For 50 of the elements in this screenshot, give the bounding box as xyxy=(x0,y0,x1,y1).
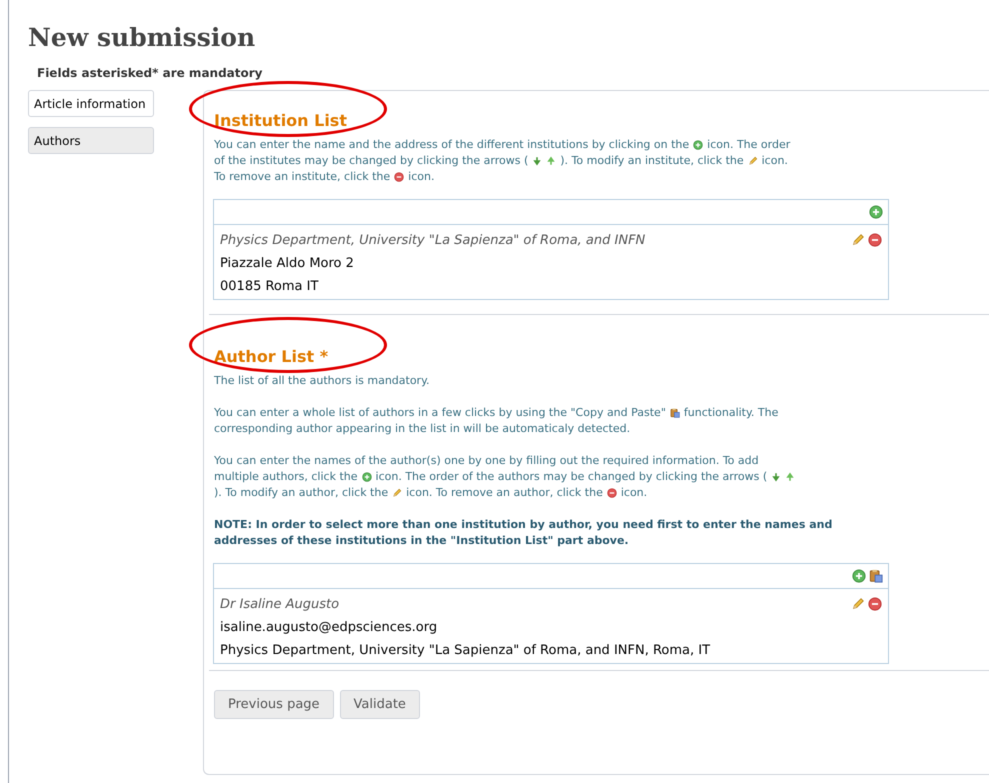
add-icon[interactable] xyxy=(852,569,866,583)
body-text: functionality. The xyxy=(684,405,778,421)
nav-tab[interactable]: Authors xyxy=(28,127,154,154)
body-text: ). To modify an institute, click the xyxy=(560,153,744,169)
body-text: You can enter the names of the author(s) one by one by filling out the required information. To add xyxy=(214,453,759,469)
body-text: icon. To remove an author, click the xyxy=(406,485,603,501)
entry-detail: 00185 Roma IT xyxy=(220,278,318,295)
arrow-down-icon xyxy=(771,472,782,482)
arrow-up-icon xyxy=(546,156,556,166)
arrow-down-icon xyxy=(532,156,542,166)
body-text: icon. The order xyxy=(707,137,790,153)
clipboard-icon xyxy=(670,408,680,418)
body-text: multiple authors, click the xyxy=(214,469,358,485)
body-text: of the institutes may be changed by clicking the arrows ( xyxy=(214,153,528,169)
remove-icon xyxy=(606,488,617,498)
pencil-icon[interactable] xyxy=(851,233,865,247)
body-text: NOTE: In order to select more than one institution by author, you need first to enter the names and addresses of these institutions in the "Institution List" part above. xyxy=(214,517,834,549)
nav-tab[interactable]: Article information xyxy=(28,90,154,117)
add-icon xyxy=(693,140,704,150)
entry-title: Dr Isaline Augusto xyxy=(220,596,340,613)
mandatory-note: Fields asterisked* are mandatory xyxy=(37,65,262,82)
body-text: The list of all the authors is mandatory. xyxy=(214,373,430,389)
form-button[interactable]: Previous page xyxy=(214,690,334,719)
arrow-up-icon xyxy=(785,472,796,482)
body-text: icon. xyxy=(762,153,788,169)
body-text: icon. The order of the authors may be changed by clicking the arrows ( xyxy=(376,469,768,485)
section-heading: Author List * xyxy=(214,347,328,367)
remove-icon[interactable] xyxy=(868,233,882,247)
entry-title: Physics Department, University "La Sapienza" of Roma, and INFN xyxy=(220,232,646,249)
pencil-icon[interactable] xyxy=(851,597,865,611)
body-text: ). To modify an author, click the xyxy=(214,485,388,501)
add-icon xyxy=(362,472,372,482)
body-text: To remove an institute, click the xyxy=(214,169,390,185)
entry-detail: Physics Department, University "La Sapienza" of Roma, and INFN, Roma, IT xyxy=(220,642,710,659)
body-text: You can enter a whole list of authors in a few clicks by using the "Copy and Paste" xyxy=(214,405,666,421)
body-text: corresponding author appearing in the list in will be automaticaly detected. xyxy=(214,421,630,437)
form-button[interactable]: Validate xyxy=(340,690,420,719)
add-icon[interactable] xyxy=(869,205,883,219)
entry-detail: Piazzale Aldo Moro 2 xyxy=(220,255,354,272)
entry-detail: isaline.augusto@edpsciences.org xyxy=(220,619,438,636)
body-text: icon. xyxy=(408,169,434,185)
body-text: You can enter the name and the address of the different institutions by clicking on the xyxy=(214,137,690,153)
remove-icon xyxy=(394,172,404,182)
remove-icon[interactable] xyxy=(868,597,882,611)
section-heading: Institution List xyxy=(214,111,347,131)
body-text: icon. xyxy=(620,485,648,501)
page-title: New submission xyxy=(28,22,256,54)
pencil-icon xyxy=(748,156,758,166)
clipboard-icon[interactable] xyxy=(869,569,883,583)
pencil-icon xyxy=(392,488,402,498)
